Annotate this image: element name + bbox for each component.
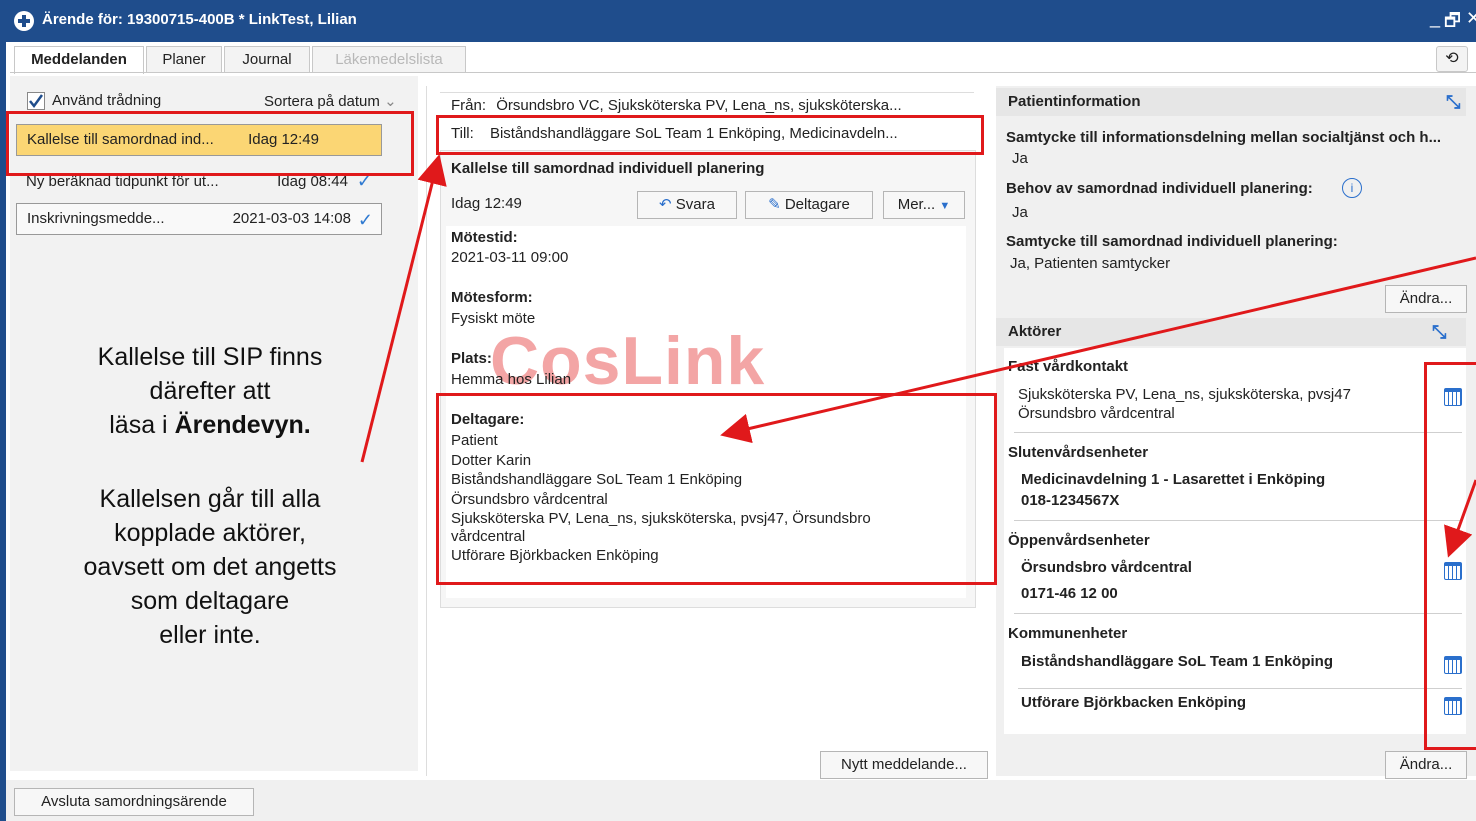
arrow-to-participants <box>720 256 1476 444</box>
arrow-to-recipient <box>360 154 447 463</box>
arrow-to-calendar <box>1444 479 1476 558</box>
annotation-arrows <box>360 154 1476 558</box>
